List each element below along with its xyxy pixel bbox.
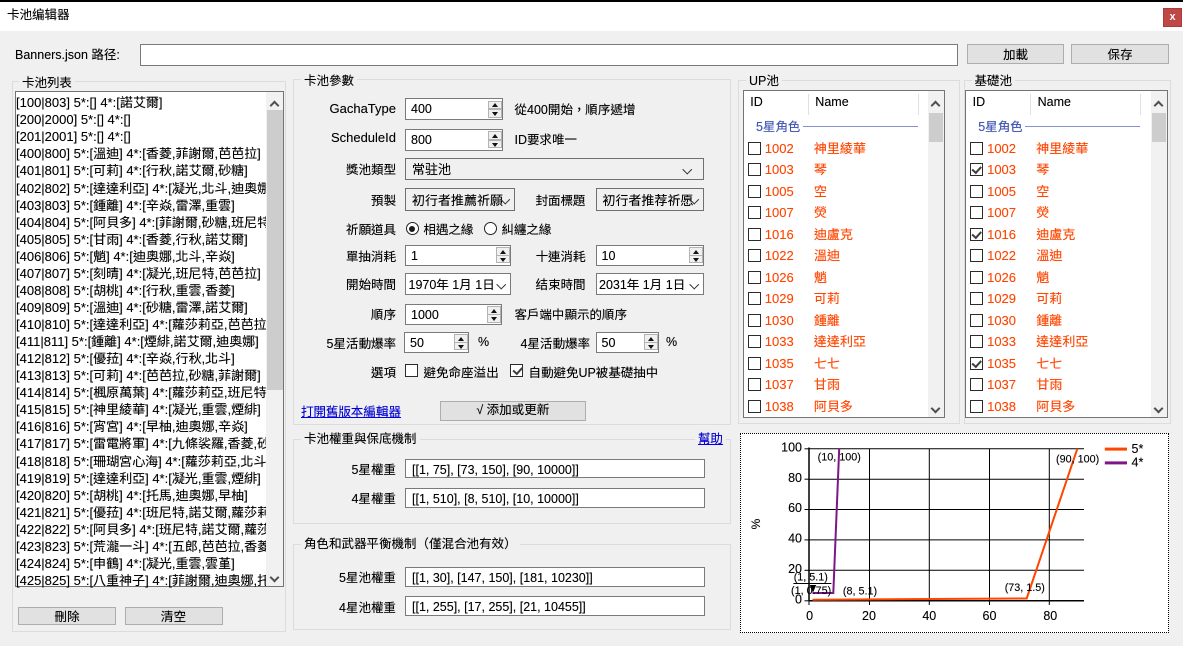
- svg-text:(10, 100): (10, 100): [818, 451, 861, 463]
- svg-text:100: 100: [781, 440, 802, 454]
- svg-text:80: 80: [788, 470, 802, 484]
- svg-text:60: 60: [788, 501, 802, 515]
- svg-text:60: 60: [983, 609, 997, 623]
- svg-text:20: 20: [862, 609, 876, 623]
- svg-text:%: %: [749, 518, 763, 529]
- svg-text:(73, 1.5): (73, 1.5): [1005, 582, 1045, 594]
- svg-text:4*: 4*: [1132, 455, 1144, 469]
- svg-text:0: 0: [806, 609, 813, 623]
- svg-text:(8, 5.1): (8, 5.1): [843, 585, 877, 597]
- svg-text:40: 40: [788, 531, 802, 545]
- svg-text:(90, 100): (90, 100): [1056, 453, 1099, 465]
- svg-text:80: 80: [1043, 609, 1057, 623]
- svg-text:40: 40: [922, 609, 936, 623]
- svg-text:5*: 5*: [1132, 441, 1144, 455]
- svg-text:(1, 5.1): (1, 5.1): [794, 571, 828, 583]
